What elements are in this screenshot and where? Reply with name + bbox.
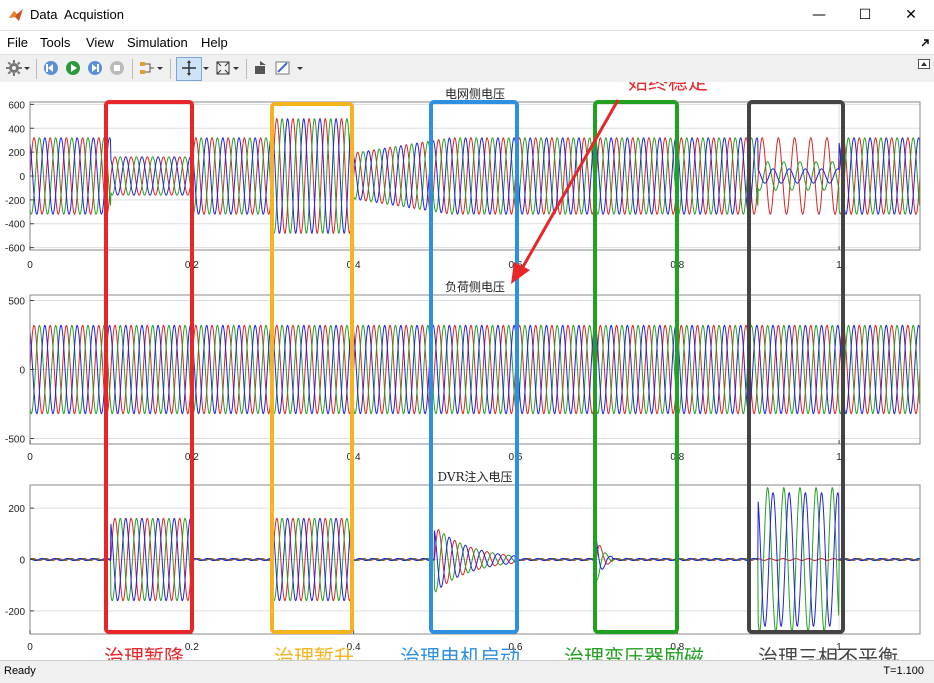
- highlight-label: 治理暂降: [104, 645, 184, 660]
- fit-to-view-icon[interactable]: [214, 59, 232, 77]
- highlight-label: 治理暂升: [274, 645, 354, 660]
- restore-view-icon[interactable]: [252, 59, 270, 77]
- y-tick-label: -200: [5, 196, 25, 207]
- expand-toolbar-icon[interactable]: [918, 59, 930, 69]
- x-tick-label: 0.2: [185, 642, 199, 653]
- dock-arrow-icon[interactable]: [920, 38, 930, 48]
- y-tick-label: 0: [19, 172, 25, 183]
- run-icon[interactable]: [64, 59, 82, 77]
- toolbar: [0, 54, 934, 84]
- y-tick-label: 0: [19, 556, 25, 567]
- scope-plots: 6004002000-200-400-60000.20.40.60.81电网侧电…: [5, 40, 921, 671]
- matlab-icon: [9, 9, 23, 21]
- menu-view[interactable]: View: [86, 35, 114, 50]
- y-tick-label: 600: [8, 100, 25, 111]
- chevron-down-icon[interactable]: [202, 59, 210, 77]
- scope-canvas: 6004002000-200-400-60000.20.40.60.81电网侧电…: [0, 40, 934, 671]
- y-tick-label: 0: [19, 366, 25, 377]
- x-tick-label: 0: [27, 642, 33, 653]
- stop-icon[interactable]: [108, 59, 126, 77]
- menu-help[interactable]: Help: [201, 35, 228, 50]
- status-bar: Ready T=1.100: [0, 660, 934, 683]
- step-forward-icon[interactable]: [86, 59, 104, 77]
- y-tick-label: -400: [5, 220, 25, 231]
- step-back-icon[interactable]: [42, 59, 60, 77]
- window-title: Data Acquistion: [30, 7, 124, 22]
- menu-simulation[interactable]: Simulation: [127, 35, 188, 50]
- sim-time-readout: T=1.100: [883, 665, 924, 677]
- maximize-button[interactable]: ☐: [842, 0, 888, 30]
- signal-select-icon[interactable]: [138, 59, 156, 77]
- arrow-label-line2: 始终稳定: [628, 82, 708, 94]
- x-tick-label: 0: [27, 260, 33, 271]
- menu-file[interactable]: File: [7, 35, 28, 50]
- gear-icon[interactable]: [5, 59, 23, 77]
- highlight-label: 治理变压器励磁: [564, 645, 704, 660]
- y-tick-label: -200: [5, 607, 25, 618]
- style-edit-icon[interactable]: [274, 59, 292, 77]
- minimize-button[interactable]: —: [796, 0, 842, 30]
- y-tick-label: 200: [8, 148, 25, 159]
- chevron-down-icon[interactable]: [23, 59, 31, 77]
- x-tick-label: 0: [27, 452, 33, 463]
- arrow-head-icon: [511, 262, 530, 284]
- plot-title: 负荷侧电压: [445, 280, 505, 294]
- chevron-down-icon[interactable]: [232, 59, 240, 77]
- chevron-down-icon[interactable]: [156, 59, 164, 77]
- close-button[interactable]: ✕: [888, 0, 934, 30]
- title-bar: Data Acquistion — ☐ ✕: [0, 0, 934, 31]
- zoom-icon[interactable]: [180, 59, 198, 77]
- highlight-label: 治理电机启动: [400, 645, 520, 660]
- chevron-down-icon[interactable]: [296, 59, 304, 77]
- y-tick-label: -500: [5, 434, 25, 445]
- y-tick-label: 500: [8, 297, 25, 308]
- plot-title: DVR注入电压: [437, 469, 512, 484]
- status-text: Ready: [4, 665, 36, 677]
- y-tick-label: 400: [8, 124, 25, 135]
- menu-bar: File Tools View Simulation Help: [0, 32, 934, 54]
- menu-tools[interactable]: Tools: [40, 35, 70, 50]
- y-tick-label: 200: [8, 504, 25, 515]
- y-tick-label: -600: [5, 244, 25, 255]
- plot-title: 电网侧电压: [445, 87, 505, 101]
